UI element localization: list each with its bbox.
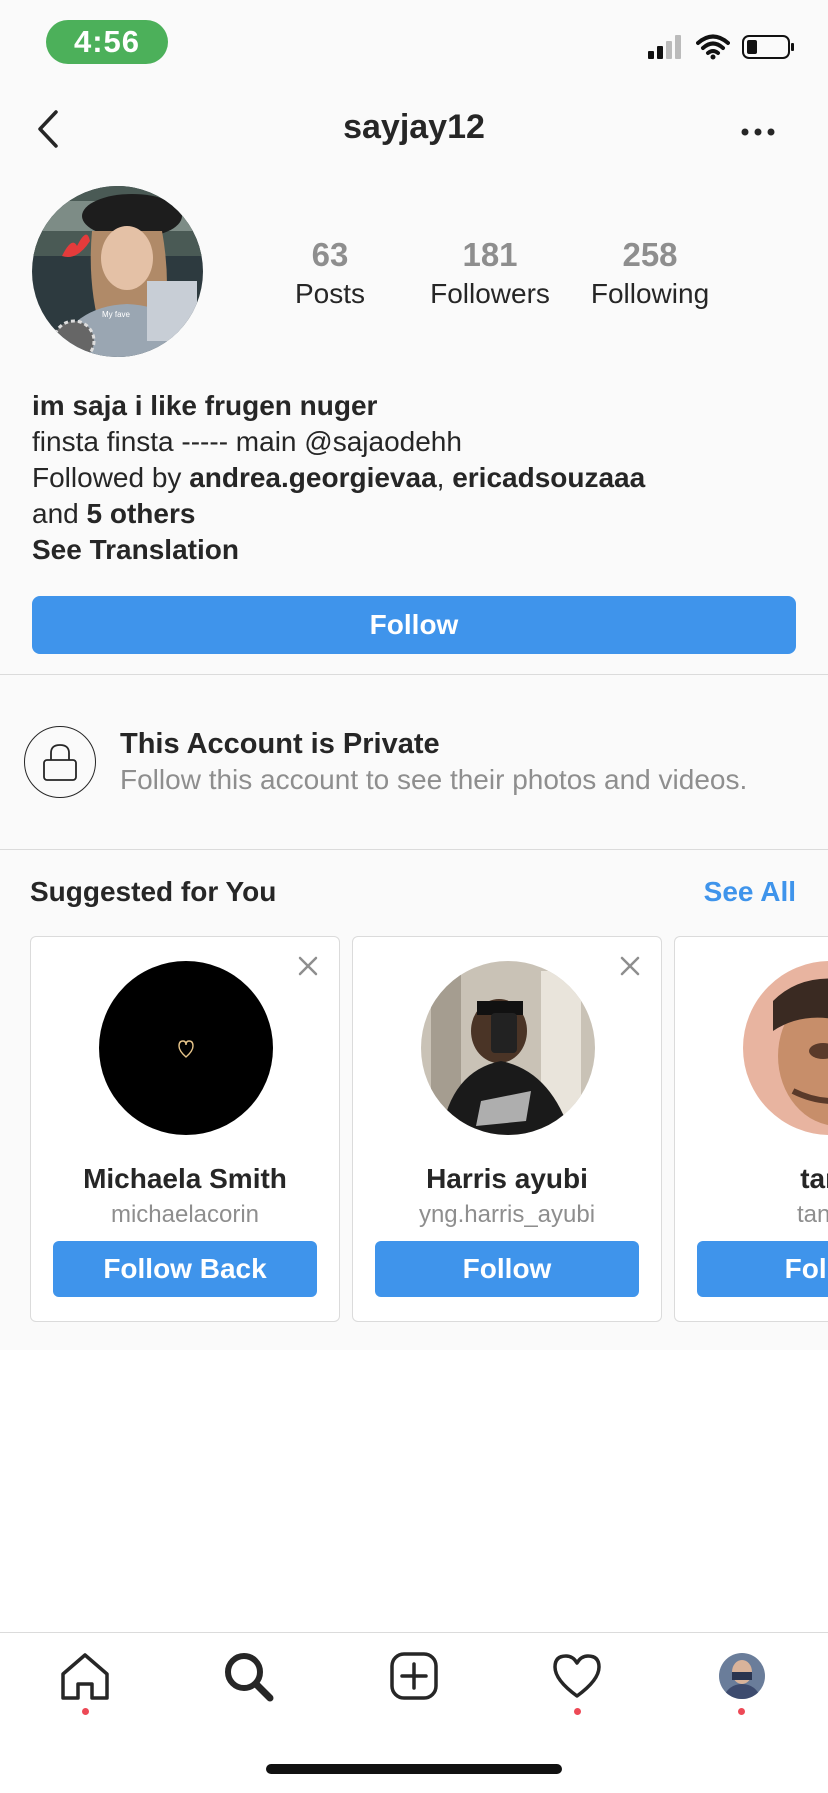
wifi-icon <box>696 34 730 60</box>
followed-by-line[interactable]: Followed by andrea.georgievaa, ericadsou… <box>32 460 802 496</box>
followed-by-user[interactable]: ericadsouzaaa <box>452 462 645 493</box>
follow-back-button[interactable]: Follow Back <box>53 1241 317 1297</box>
profile-avatar-icon <box>719 1653 765 1699</box>
tab-new-post[interactable] <box>374 1636 454 1716</box>
home-indicator <box>266 1764 562 1774</box>
suggestion-name[interactable]: Harris ayubi <box>353 1163 661 1195</box>
followed-by-prefix: Followed by <box>32 462 190 493</box>
notification-dot <box>82 1708 89 1715</box>
private-account-subtitle: Follow this account to see their photos … <box>120 764 748 795</box>
followed-by-others[interactable]: 5 others <box>87 498 196 529</box>
avatar-photo <box>32 186 203 357</box>
suggested-title: Suggested for You <box>30 876 277 907</box>
tab-home[interactable] <box>45 1636 125 1716</box>
page-title: sayjay12 <box>343 108 485 146</box>
battery-icon <box>742 35 794 59</box>
see-all-link[interactable]: See All <box>704 876 796 908</box>
dismiss-button[interactable] <box>293 951 323 981</box>
avatar-photo <box>99 961 273 1135</box>
status-time: 4:56 <box>73 24 141 59</box>
suggestion-handle: yng.harris_ayubi <box>418 1201 596 1228</box>
close-icon <box>620 956 640 976</box>
close-icon <box>298 956 318 976</box>
signal-icon <box>648 35 681 59</box>
bio-name: im saja i like frugen nuger <box>32 390 378 421</box>
posts-count: 63 <box>311 236 349 273</box>
home-icon <box>61 1653 109 1700</box>
followed-by-and: and <box>32 498 87 529</box>
divider <box>0 849 828 850</box>
profile-avatar[interactable]: My fave <box>32 186 203 357</box>
status-indicators <box>648 34 796 60</box>
more-horizontal-icon <box>741 128 775 136</box>
profile-stats: 63 Posts 181 Followers 258 Following <box>250 236 730 310</box>
suggestion-card[interactable]: tana tanayj Follow <box>674 936 828 1322</box>
suggestion-card[interactable]: Michaela Smith michaelacorin Follow Back <box>30 936 340 1322</box>
notification-dot <box>738 1708 745 1715</box>
followed-by-separator: , <box>436 462 453 493</box>
heart-icon <box>553 1654 601 1698</box>
suggested-carousel[interactable]: Michaela Smith michaelacorin Follow Back… <box>30 936 828 1322</box>
add-post-icon <box>390 1652 438 1700</box>
following-count: 258 <box>622 236 678 273</box>
suggestion-name[interactable]: tana <box>675 1163 828 1195</box>
more-options-button[interactable] <box>734 118 782 146</box>
followed-by-others-line[interactable]: and 5 others <box>32 496 802 532</box>
avatar-photo <box>743 961 828 1135</box>
status-time-pill: 4:56 <box>46 20 168 64</box>
lock-badge <box>24 726 96 798</box>
private-account-title: This Account is Private <box>120 728 440 760</box>
suggestion-avatar[interactable] <box>421 961 595 1135</box>
suggestion-handle: michaelacorin <box>110 1201 260 1228</box>
profile-bio: im saja i like frugen nuger finsta finst… <box>32 388 802 568</box>
notification-dot <box>574 1708 581 1715</box>
followers-stat[interactable]: 181 Followers <box>410 236 570 310</box>
suggestion-avatar[interactable] <box>99 961 273 1135</box>
followers-count: 181 <box>462 236 518 273</box>
avatar-caption: My fave <box>102 310 131 319</box>
suggestion-avatar[interactable] <box>743 961 828 1135</box>
posts-label: Posts <box>294 278 366 309</box>
dismiss-button[interactable] <box>615 951 645 981</box>
see-translation-link[interactable]: See Translation <box>32 532 802 568</box>
suggestion-handle: tanayj <box>796 1201 828 1228</box>
suggestion-name[interactable]: Michaela Smith <box>31 1163 339 1195</box>
followers-label: Followers <box>430 278 550 309</box>
search-icon <box>225 1653 274 1702</box>
tab-activity[interactable] <box>537 1636 617 1716</box>
lock-icon <box>43 744 77 781</box>
follow-button[interactable]: Follow <box>375 1241 639 1297</box>
follow-button[interactable]: Follow <box>32 596 796 654</box>
suggestion-card[interactable]: Harris ayubi yng.harris_ayubi Follow <box>352 936 662 1322</box>
bio-text: finsta finsta ----- main @sajaodehh <box>32 426 462 457</box>
follow-button[interactable]: Follow <box>697 1241 828 1297</box>
following-stat[interactable]: 258 Following <box>570 236 730 310</box>
tab-search[interactable] <box>208 1636 288 1716</box>
followed-by-user[interactable]: andrea.georgievaa <box>189 462 436 493</box>
posts-stat[interactable]: 63 Posts <box>250 236 410 310</box>
following-label: Following <box>590 278 710 309</box>
divider <box>0 674 828 675</box>
avatar-photo <box>421 961 595 1135</box>
tab-profile[interactable] <box>702 1636 782 1716</box>
